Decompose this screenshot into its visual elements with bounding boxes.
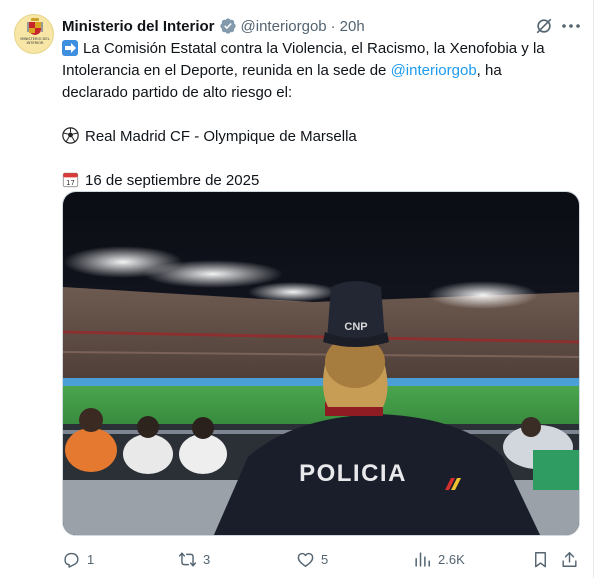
tweet-line-1: La Comisión Estatal contra la Violencia,… <box>62 38 574 60</box>
action-bar: 1 3 5 2.6K <box>62 545 582 573</box>
tweet-header: Ministerio del Interior @interiorgob · 2… <box>62 16 365 36</box>
date-line: 17 16 de septiembre de 2025 <box>62 170 574 192</box>
views-count: 2.6K <box>438 551 465 567</box>
separator-dot: · <box>330 17 336 35</box>
share-icon <box>562 551 577 567</box>
reply-button[interactable]: 1 <box>62 545 94 573</box>
bookmark-icon <box>535 551 546 567</box>
repost-button[interactable]: 3 <box>178 545 210 573</box>
repost-icon <box>178 551 197 567</box>
match-text: Real Madrid CF - Olympique de Marsella <box>85 128 357 145</box>
vest-label-text: POLICIA <box>299 460 407 487</box>
views-button[interactable]: 2.6K <box>413 545 465 573</box>
calendar-emoji: 17 <box>62 172 79 188</box>
date-text: 16 de septiembre de 2025 <box>85 172 260 189</box>
timestamp[interactable]: 20h <box>340 18 365 35</box>
calendar-day-number: 17 <box>66 179 75 187</box>
more-icon[interactable] <box>560 17 582 35</box>
mention-link[interactable]: @interiorgob <box>391 62 477 79</box>
handle[interactable]: @interiorgob <box>241 18 327 35</box>
cap-badge-text: CNP <box>344 321 367 333</box>
share-button[interactable] <box>560 545 579 573</box>
grok-icon[interactable] <box>535 17 553 35</box>
tweet-text-segment: , ha <box>476 62 502 79</box>
tweet-photo[interactable]: CNP POLICIA <box>62 191 580 536</box>
reply-count: 1 <box>87 551 95 567</box>
tweet-line-2: Intolerancia en el Deporte, reunida en l… <box>62 60 574 82</box>
tweet-line-3: declarado partido de alto riesgo el: <box>62 84 293 101</box>
tweet-card[interactable]: MINISTERIO DEL INTERIOR Ministerio del I… <box>0 0 594 578</box>
like-button[interactable]: 5 <box>296 545 328 573</box>
like-icon <box>297 552 314 567</box>
tweet-text-segment: Intolerancia en el Deporte, reunida en l… <box>62 62 391 79</box>
match-line: Real Madrid CF - Olympique de Marsella <box>62 126 574 148</box>
soccer-ball-emoji <box>62 127 79 144</box>
verified-badge-icon[interactable] <box>219 17 237 35</box>
views-icon <box>415 551 430 567</box>
avatar-caption: MINISTERIO DEL INTERIOR <box>20 37 50 45</box>
bookmark-button[interactable] <box>531 545 550 573</box>
arrow-right-emoji <box>62 40 78 56</box>
tweet-text-segment: La Comisión Estatal contra la Violencia,… <box>83 40 545 57</box>
avatar[interactable]: MINISTERIO DEL INTERIOR <box>14 14 54 54</box>
like-count: 5 <box>321 551 329 567</box>
coat-of-arms-icon <box>27 18 43 35</box>
stadium-photo-image: CNP POLICIA <box>63 192 579 535</box>
tweet-text: La Comisión Estatal contra la Violencia,… <box>62 38 574 192</box>
display-name[interactable]: Ministerio del Interior <box>62 18 215 35</box>
repost-count: 3 <box>203 551 211 567</box>
reply-icon <box>64 552 79 568</box>
